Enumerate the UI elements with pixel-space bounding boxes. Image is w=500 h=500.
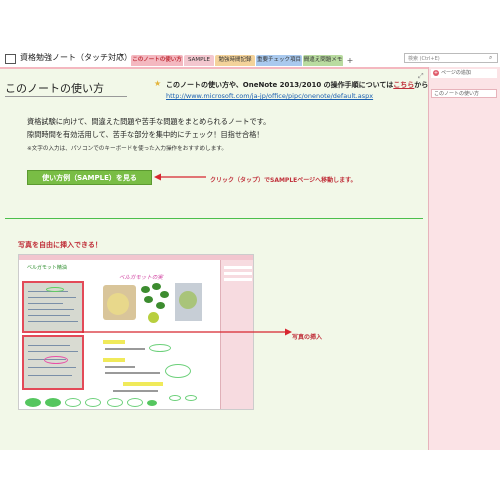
speech-bubble bbox=[127, 398, 143, 407]
speech-bubble bbox=[45, 398, 61, 407]
speech-bubble bbox=[149, 344, 171, 352]
photo-insert-annotation: 写真の挿入 bbox=[292, 334, 323, 341]
search-input[interactable]: 検索 (Ctrl+E) bbox=[404, 53, 498, 63]
yellow-highlight bbox=[123, 382, 163, 386]
sample-sidebar-row bbox=[224, 272, 252, 275]
speech-bubble bbox=[147, 400, 157, 406]
info-text-body: このノートの使い方や、OneNote 2013/2010 の操作手順については bbox=[166, 81, 394, 89]
chevron-down-icon[interactable]: ▾ bbox=[120, 52, 124, 60]
handwritten-line bbox=[28, 345, 70, 346]
tab-important-check[interactable]: 重要チェック項目 bbox=[256, 55, 302, 66]
sample-text-block bbox=[103, 340, 213, 400]
pink-highlight bbox=[44, 356, 68, 364]
handwritten-line bbox=[28, 303, 63, 304]
sample-sidebar-row bbox=[224, 278, 252, 281]
leaf-shape bbox=[160, 291, 169, 298]
add-page-button[interactable]: + ページの追加 bbox=[431, 69, 497, 78]
text-line bbox=[105, 372, 160, 374]
tab-mistake-memo[interactable]: 間違え問題メモ bbox=[303, 55, 343, 66]
expand-icon[interactable]: ⤢ bbox=[418, 72, 424, 81]
page-title[interactable]: このノートの使い方 bbox=[5, 80, 104, 96]
page-list-sidebar bbox=[428, 67, 500, 450]
sample-note-photo bbox=[22, 281, 84, 333]
description-line-2: 隙間時間を有効活用して、苦手な部分を集中的にチェック！目指せ合格！ bbox=[27, 130, 264, 139]
tab-sample[interactable]: SAMPLE bbox=[184, 55, 214, 66]
handwritten-line bbox=[28, 375, 72, 376]
click-annotation: クリック（タップ）でSAMPLEページへ移動します。 bbox=[210, 177, 357, 184]
leaf-shape bbox=[152, 283, 161, 290]
speech-bubble bbox=[169, 395, 181, 401]
notebook-icon[interactable] bbox=[5, 54, 16, 64]
search-icon[interactable]: ⌕ bbox=[489, 54, 492, 62]
sample-sidebar-row bbox=[224, 266, 252, 269]
handwritten-line bbox=[28, 321, 78, 322]
leaf-shape bbox=[144, 296, 153, 303]
handwritten-line bbox=[28, 297, 76, 298]
sample-page-title: ベルガモット精油 bbox=[27, 265, 67, 271]
add-section-button[interactable]: + bbox=[345, 56, 355, 66]
arrow-right-icon bbox=[82, 328, 292, 336]
speech-bubble bbox=[65, 398, 81, 407]
handwritten-line bbox=[28, 351, 78, 352]
speech-bubble bbox=[165, 364, 191, 378]
fruit-shape bbox=[148, 312, 159, 323]
info-text-suffix: から bbox=[414, 81, 429, 89]
view-sample-button[interactable]: 使い方例（SAMPLE）を見る bbox=[27, 170, 152, 185]
sample-tab-strip bbox=[19, 255, 253, 260]
sample-fruit bbox=[107, 293, 129, 315]
speech-bubble bbox=[185, 395, 197, 401]
green-highlight bbox=[46, 287, 64, 292]
add-page-label: ページの追加 bbox=[441, 70, 471, 76]
info-text: このノートの使い方や、OneNote 2013/2010 の操作手順についてはこ… bbox=[166, 80, 428, 90]
yellow-highlight bbox=[103, 340, 125, 344]
sample-plant-illustration bbox=[138, 282, 172, 326]
help-url-link[interactable]: http://www.microsoft.com/ja-jp/office/pi… bbox=[166, 92, 373, 100]
handwritten-line bbox=[28, 309, 74, 310]
leaf-shape bbox=[156, 302, 165, 309]
description-line-1: 資格試験に向けて、間違えた問題や苦手な問題をまとめられるノートです。 bbox=[27, 117, 271, 126]
leaf-shape bbox=[141, 286, 150, 293]
star-icon: ★ bbox=[154, 79, 162, 88]
description-note: ※文字の入力は、パソコンでのキーボードを使った入力操作をおすすめします。 bbox=[27, 146, 227, 152]
section-divider bbox=[5, 218, 423, 219]
tab-how-to-use[interactable]: このノートの使い方 bbox=[131, 55, 183, 66]
notebook-title[interactable]: 資格勉強ノート（タッチ対応） bbox=[20, 52, 132, 63]
page-list-item[interactable]: このノートの使い方 bbox=[431, 89, 497, 98]
speech-bubble bbox=[25, 398, 41, 407]
plus-circle-icon: + bbox=[433, 69, 439, 76]
tab-study-time[interactable]: 勉強時間記録 bbox=[215, 55, 255, 66]
text-line bbox=[105, 366, 135, 368]
yellow-highlight bbox=[103, 358, 125, 362]
sample-handwritten-caption: ベルガモットの実 bbox=[119, 275, 163, 281]
sample-fruit-2 bbox=[179, 291, 197, 309]
photo-insert-label: 写真を自由に挿入できる！ bbox=[18, 241, 102, 249]
text-line bbox=[113, 390, 158, 392]
title-underline bbox=[5, 96, 127, 97]
speech-bubble bbox=[85, 398, 101, 407]
speech-bubble bbox=[107, 398, 123, 407]
handwritten-line bbox=[28, 367, 76, 368]
text-line bbox=[105, 348, 145, 350]
info-link[interactable]: こちら bbox=[393, 81, 414, 89]
handwritten-line bbox=[28, 315, 70, 316]
sample-note-photo bbox=[22, 335, 84, 390]
